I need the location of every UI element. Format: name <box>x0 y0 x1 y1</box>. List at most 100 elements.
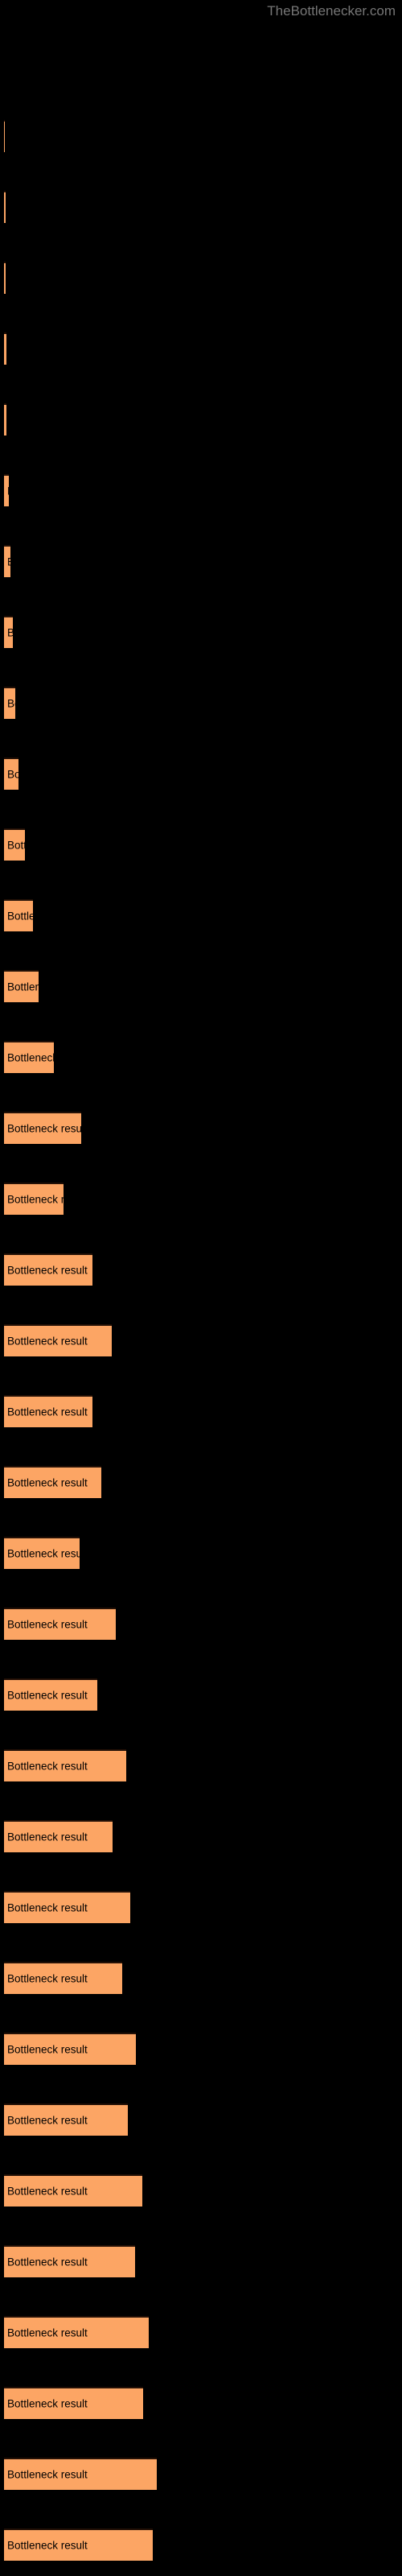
bar-row: Bottleneck result <box>0 262 402 294</box>
bar-label: Bottleneck result <box>7 1193 64 1206</box>
bar-label: Bottleneck result <box>7 2256 88 2268</box>
bottleneck-result-bar: Bottleneck result <box>4 545 10 577</box>
bottleneck-result-bar: Bottleneck result <box>4 403 6 436</box>
bar-row: Bottleneck result <box>0 758 402 790</box>
bar-label: Bottleneck result <box>7 1051 54 1064</box>
bottleneck-result-bar: Bottleneck result <box>4 1608 116 1640</box>
bottleneck-result-bar: Bottleneck result <box>4 1749 126 1781</box>
bar-label: Bottleneck result <box>7 2468 88 2481</box>
bar-row: Bottleneck result <box>0 828 402 861</box>
bar-row: Bottleneck result <box>0 1183 402 1215</box>
bottleneck-result-bar: Bottleneck result <box>4 2174 142 2207</box>
bottleneck-result-bar: Bottleneck result <box>4 2387 143 2419</box>
bottleneck-result-bar: Bottleneck result <box>4 120 5 152</box>
bottleneck-result-bar: Bottleneck result <box>4 1962 122 1994</box>
bottleneck-result-bar: Bottleneck result <box>4 332 6 365</box>
bar-label: Bottleneck result <box>7 1831 88 1843</box>
bar-row: Bottleneck result <box>0 899 402 931</box>
bar-row: Bottleneck result <box>0 545 402 577</box>
bar-label: Bottleneck result <box>7 1122 81 1135</box>
bar-label: Bottleneck result <box>7 910 33 923</box>
bar-label: Bottleneck result <box>7 2397 88 2410</box>
bar-label: Bottleneck result <box>7 1335 88 1348</box>
bottleneck-result-bar: Bottleneck result <box>4 1466 101 1498</box>
bar-label: Bottleneck result <box>7 697 15 710</box>
bottleneck-result-bar: Bottleneck result <box>4 758 18 790</box>
bar-row: Bottleneck result <box>0 1820 402 1852</box>
bar-row: Bottleneck result <box>0 403 402 436</box>
bottleneck-result-bar: Bottleneck result <box>4 1324 112 1356</box>
bottleneck-result-bar: Bottleneck result <box>4 2245 135 2277</box>
bar-row: Bottleneck result <box>0 1678 402 1711</box>
bottleneck-result-bar: Bottleneck result <box>4 828 25 861</box>
bar-row: Bottleneck result <box>0 1466 402 1498</box>
bar-row: Bottleneck result <box>0 191 402 223</box>
bar-label: Bottleneck result <box>7 1547 80 1560</box>
bar-label: Bottleneck result <box>7 839 25 852</box>
bar-label: Bottleneck result <box>7 1618 88 1631</box>
bar-row: Bottleneck result <box>0 332 402 365</box>
bar-row: Bottleneck result <box>0 2458 402 2490</box>
bar-row: Bottleneck result <box>0 2316 402 2348</box>
bar-row: Bottleneck result <box>0 1749 402 1781</box>
bar-row: Bottleneck result <box>0 616 402 648</box>
bar-row: Bottleneck result <box>0 1608 402 1640</box>
bar-row: Bottleneck result <box>0 2174 402 2207</box>
bottleneck-result-bar: Bottleneck result <box>4 1041 54 1073</box>
bar-row: Bottleneck result <box>0 1324 402 1356</box>
bar-label: Bottleneck result <box>7 2114 88 2127</box>
bottleneck-result-bar: Bottleneck result <box>4 2458 157 2490</box>
bar-label: Bottleneck result <box>7 2539 88 2552</box>
bar-label: Bottleneck result <box>7 556 10 568</box>
bar-label: Bottleneck result <box>7 1972 88 1985</box>
bar-row: Bottleneck result <box>0 120 402 152</box>
bar-chart-plot-area: Bottleneck result Bottleneck result Bottle… <box>0 0 402 2576</box>
bottleneck-result-bar: Bottleneck result <box>4 1253 92 1286</box>
bar-row: Bottleneck result <box>0 2245 402 2277</box>
bar-label: Bottleneck result <box>7 1689 88 1702</box>
bar-row: Bottleneck result <box>0 687 402 719</box>
bottleneck-result-bar: Bottleneck result <box>4 899 33 931</box>
bar-label: Bottleneck result <box>7 980 39 993</box>
bar-label: Bottleneck result <box>7 768 18 781</box>
bar-label: Bottleneck result <box>7 1476 88 1489</box>
bar-row: Bottleneck result <box>0 1962 402 1994</box>
bar-label: Bottleneck result <box>7 627 13 638</box>
bar-row: Bottleneck result <box>0 1112 402 1144</box>
bottleneck-result-bar: Bottleneck result <box>4 1112 81 1144</box>
bottleneck-result-bar: Bottleneck result <box>4 2103 128 2136</box>
bar-label: Bottleneck result <box>7 1406 88 1418</box>
bar-label: Bottleneck result <box>7 2043 88 2056</box>
bar-label: Bottleneck result <box>7 485 9 497</box>
bottleneck-result-bar: Bottleneck result <box>4 262 6 294</box>
bar-label: Bottleneck result <box>7 1901 88 1914</box>
bottleneck-result-bar: Bottleneck result <box>4 2316 149 2348</box>
bar-row: Bottleneck result <box>0 1537 402 1569</box>
bottleneck-result-bar: Bottleneck result <box>4 1891 130 1923</box>
bottleneck-result-bar: Bottleneck result <box>4 1820 113 1852</box>
bar-row: Bottleneck result <box>0 2033 402 2065</box>
bar-row: Bottleneck result <box>0 2387 402 2419</box>
bottleneck-result-bar: Bottleneck result <box>4 1678 97 1711</box>
bottleneck-result-bar: Bottleneck result <box>4 2033 136 2065</box>
bar-row: Bottleneck result <box>0 2529 402 2561</box>
bar-row: Bottleneck result <box>0 474 402 506</box>
bottleneck-result-bar: Bottleneck result <box>4 191 6 223</box>
bottleneck-result-bar: Bottleneck result <box>4 687 15 719</box>
bar-row: Bottleneck result <box>0 1891 402 1923</box>
bottleneck-result-bar: Bottleneck result <box>4 2529 153 2561</box>
bar-label: Bottleneck result <box>7 1264 88 1277</box>
bar-label: Bottleneck result <box>7 2326 88 2339</box>
bottleneck-result-bar: Bottleneck result <box>4 1183 64 1215</box>
bar-row: Bottleneck result <box>0 970 402 1002</box>
bottleneck-result-bar: Bottleneck result <box>4 970 39 1002</box>
bar-row: Bottleneck result <box>0 2103 402 2136</box>
bottleneck-result-bar: Bottleneck result <box>4 616 13 648</box>
bottleneck-result-bar: Bottleneck result <box>4 1395 92 1427</box>
bar-row: Bottleneck result <box>0 1395 402 1427</box>
bar-row: Bottleneck result <box>0 1253 402 1286</box>
bar-label: Bottleneck result <box>7 2185 88 2198</box>
bar-row: Bottleneck result <box>0 1041 402 1073</box>
bar-label: Bottleneck result <box>7 1760 88 1773</box>
bottleneck-result-bar: Bottleneck result <box>4 1537 80 1569</box>
